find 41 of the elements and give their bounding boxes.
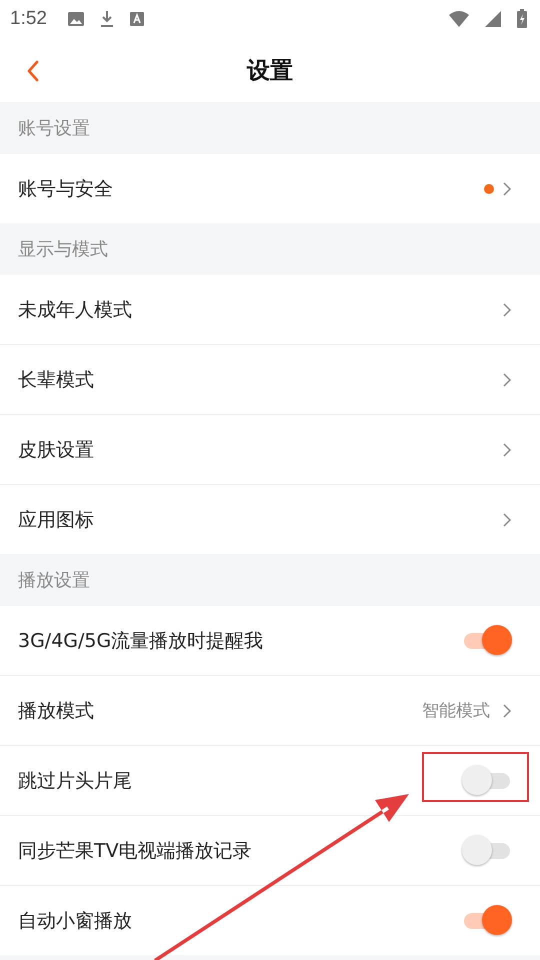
- chevron-icon: [502, 302, 512, 318]
- page-title: 设置: [247, 56, 293, 86]
- settings-row[interactable]: 长辈模式: [0, 345, 540, 415]
- chevron-icon: [502, 702, 512, 718]
- row-label: 播放模式: [18, 698, 95, 724]
- wifi-icon: [448, 10, 470, 28]
- toggle-switch[interactable]: [462, 834, 512, 866]
- chevron-icon: [502, 372, 512, 388]
- font-icon: [128, 11, 145, 27]
- settings-row[interactable]: 未成年人模式: [0, 275, 540, 345]
- row-label: 3G/4G/5G流量播放时提醒我: [18, 628, 264, 654]
- settings-row[interactable]: 自动小窗播放: [0, 886, 540, 955]
- row-label: 自动小窗播放: [18, 908, 133, 934]
- toggle-switch[interactable]: [462, 904, 512, 936]
- settings-row[interactable]: 应用图标: [0, 485, 540, 554]
- download-icon: [98, 10, 115, 28]
- image-icon: [66, 11, 85, 27]
- back-icon: [26, 60, 40, 82]
- chevron-icon: [502, 180, 512, 196]
- row-label: 应用图标: [18, 508, 95, 532]
- row-label: 未成年人模式: [18, 298, 133, 322]
- toggle-switch[interactable]: [462, 764, 512, 796]
- signal-icon: [484, 10, 502, 28]
- settings-row[interactable]: 账号与安全: [0, 154, 540, 223]
- row-value: 智能模式: [422, 700, 490, 722]
- row-label: 跳过片头片尾: [18, 768, 133, 794]
- section-header: 播放设置: [18, 569, 90, 592]
- status-time: 1:52: [10, 8, 47, 30]
- settings-row[interactable]: 皮肤设置: [0, 415, 540, 485]
- settings-row[interactable]: 3G/4G/5G流量播放时提醒我: [0, 606, 540, 676]
- settings-row[interactable]: 播放模式 智能模式: [0, 676, 540, 746]
- battery-icon: [516, 9, 528, 29]
- row-label: 账号与安全: [18, 176, 114, 202]
- section-header: 账号设置: [18, 117, 90, 140]
- chevron-icon: [502, 442, 512, 458]
- row-label: 皮肤设置: [18, 438, 95, 462]
- row-label: 长辈模式: [18, 368, 95, 392]
- row-label: 同步芒果TV电视端播放记录: [18, 838, 253, 864]
- chevron-icon: [502, 512, 512, 528]
- toggle-switch[interactable]: [462, 624, 512, 656]
- section-header: 显示与模式: [18, 238, 108, 261]
